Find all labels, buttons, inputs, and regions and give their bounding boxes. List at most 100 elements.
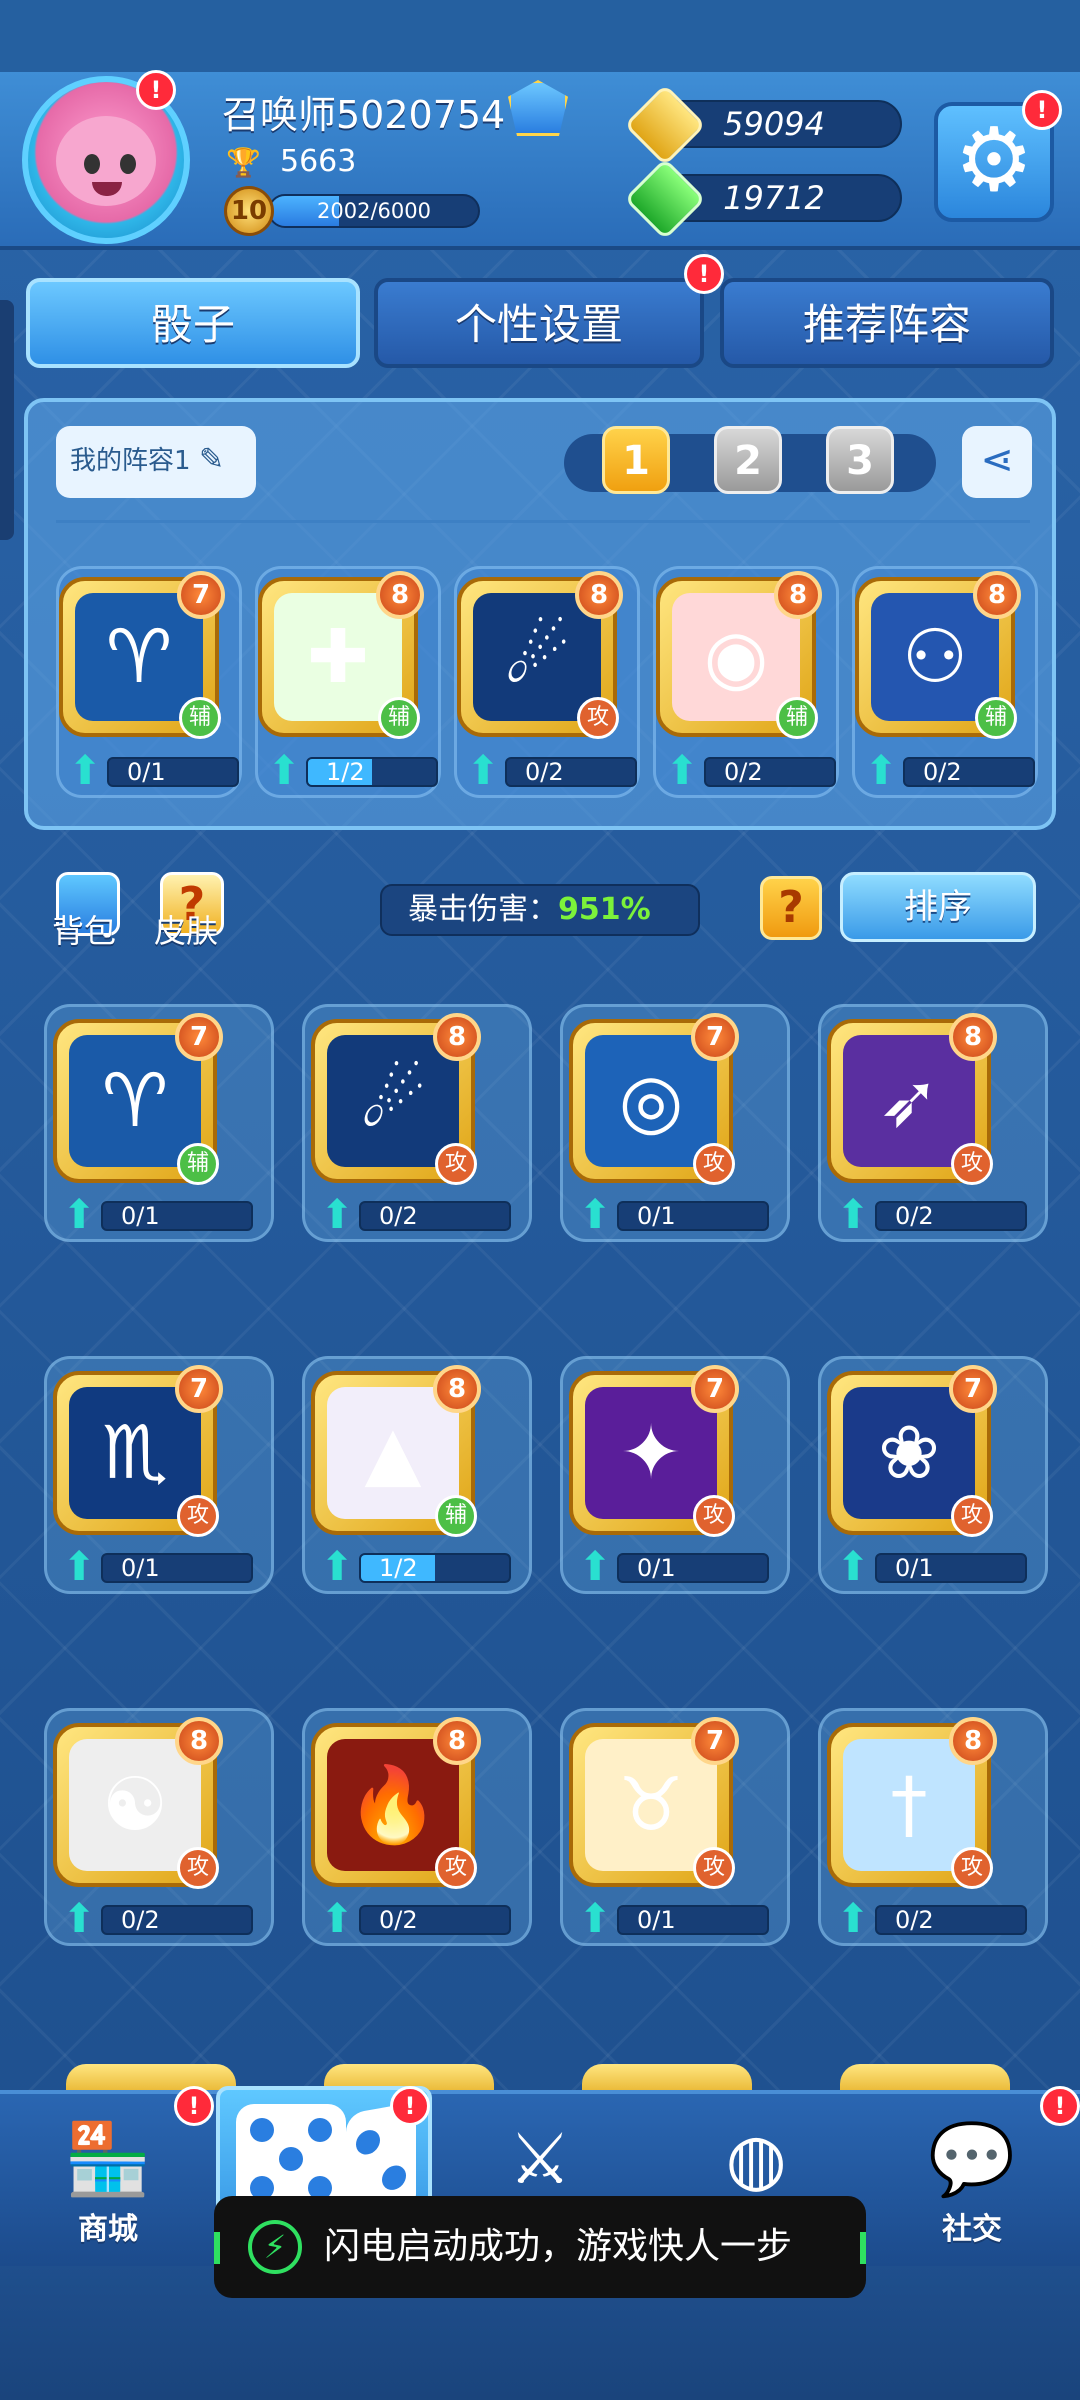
lightning-icon: ⚡ [248, 2220, 302, 2274]
shop-icon: 🏪 [64, 2118, 152, 2200]
social-alert-icon: ! [1040, 2086, 1080, 2126]
crit-label: 暴击伤害： [408, 892, 558, 927]
lineup-divider [56, 520, 1030, 523]
dice-card[interactable]: ▲ 8 辅 ⬆ 1/2 [302, 1356, 532, 1594]
lineup-page-2[interactable]: 2 [714, 426, 782, 494]
status-strip [0, 0, 1080, 72]
upgrade-arrow-icon: ⬆ [836, 1896, 870, 1942]
progress-text: 0/2 [724, 758, 763, 786]
upgrade-arrow-icon: ⬆ [665, 748, 699, 794]
side-drawer-handle[interactable] [0, 300, 14, 540]
dice-frame: ➶ 8 攻 [827, 1013, 997, 1185]
dice-card[interactable]: † 8 攻 ⬆ 0/2 [818, 1708, 1048, 1946]
dice-card[interactable]: ♉ 7 攻 ⬆ 0/1 [560, 1708, 790, 1946]
help-button[interactable]: ? [760, 876, 822, 940]
dice-level-badge: 8 [575, 571, 623, 619]
progress-text: 0/1 [121, 1554, 160, 1582]
tab-dice[interactable]: 骰子 [26, 278, 360, 368]
progress-bar: 0/2 [359, 1905, 511, 1935]
upgrade-arrow-icon: ⬆ [320, 1192, 354, 1238]
dice-upgrade-progress: ⬆ 0/1 [573, 1547, 769, 1587]
dice-role-badge: 攻 [693, 1495, 735, 1537]
progress-bar: 0/2 [704, 757, 836, 787]
upgrade-arrow-icon: ⬆ [578, 1896, 612, 1942]
dice-role-badge: 辅 [435, 1495, 477, 1537]
xp-text: 2002/6000 [317, 199, 431, 223]
upgrade-arrow-icon: ⬆ [267, 748, 301, 794]
dice-role-badge: 攻 [951, 1143, 993, 1185]
dice-frame: ✚ 8 辅 [258, 571, 424, 739]
progress-bar: 0/1 [617, 1553, 769, 1583]
upgrade-arrow-icon: ⬆ [62, 1192, 96, 1238]
dice-card[interactable]: ♈ 7 辅 ⬆ 0/1 [56, 566, 242, 798]
dice-role-badge: 攻 [435, 1143, 477, 1185]
upgrade-arrow-icon: ⬆ [836, 1192, 870, 1238]
swords-icon: ⚔ [508, 2118, 572, 2200]
dice-card[interactable]: ♏ 7 攻 ⬆ 0/1 [44, 1356, 274, 1594]
scorpion-icon: ♏ [69, 1387, 201, 1519]
dice-role-badge: 辅 [179, 697, 221, 739]
progress-text: 0/1 [637, 1554, 676, 1582]
dice-card[interactable]: ⚇ 8 辅 ⬆ 0/2 [852, 566, 1038, 798]
dice-card[interactable]: ☄ 8 攻 ⬆ 0/2 [454, 566, 640, 798]
dice-card[interactable]: ♈ 7 辅 ⬆ 0/1 [44, 1004, 274, 1242]
dice-card[interactable]: 🔥 8 攻 ⬆ 0/2 [302, 1708, 532, 1946]
upgrade-arrow-icon: ⬆ [578, 1544, 612, 1590]
dice-frame: ☯ 8 攻 [53, 1717, 223, 1889]
dice-card[interactable]: ❀ 7 攻 ⬆ 0/1 [818, 1356, 1048, 1594]
tab-personalize[interactable]: 个性设置 [374, 278, 704, 368]
dice-role-badge: 攻 [693, 1143, 735, 1185]
upgrade-arrow-icon: ⬆ [578, 1192, 612, 1238]
progress-text: 0/1 [637, 1202, 676, 1230]
lineup-page-1[interactable]: 1 [602, 426, 670, 494]
dice-level-badge: 8 [175, 1717, 223, 1765]
lotus-icon: ❀ [843, 1387, 975, 1519]
dice-upgrade-progress: ⬆ 0/2 [57, 1899, 253, 1939]
username: 召唤师5020754 [222, 93, 506, 137]
dice-card[interactable]: ☄ 8 攻 ⬆ 0/2 [302, 1004, 532, 1242]
level-badge: 10 [224, 186, 274, 236]
dice-card[interactable]: ◎ 7 攻 ⬆ 0/1 [560, 1004, 790, 1242]
toast-notification: ⚡ 闪电启动成功，游戏快人一步 [214, 2196, 866, 2298]
avatar-eye [84, 154, 100, 174]
spirit-icon: ☄ [327, 1035, 459, 1167]
dice-card[interactable]: ◉ 8 辅 ⬆ 0/2 [653, 566, 839, 798]
dice-level-badge: 8 [376, 571, 424, 619]
dice-card[interactable]: ✚ 8 辅 ⬆ 1/2 [255, 566, 441, 798]
dice-frame: ♈ 7 辅 [59, 571, 225, 739]
progress-bar: 0/1 [101, 1553, 253, 1583]
lineup-page-3[interactable]: 3 [826, 426, 894, 494]
dice-role-badge: 攻 [577, 697, 619, 739]
progress-text: 0/1 [637, 1906, 676, 1934]
dice-level-badge: 7 [691, 1365, 739, 1413]
progress-text: 0/2 [121, 1906, 160, 1934]
dice-upgrade-progress: ⬆ 0/2 [859, 751, 1035, 791]
dice-card[interactable]: ➶ 8 攻 ⬆ 0/2 [818, 1004, 1048, 1242]
dice-role-badge: 辅 [378, 697, 420, 739]
dice-level-badge: 7 [691, 1013, 739, 1061]
share-button[interactable]: ⋖ [962, 426, 1032, 498]
tab-recommended[interactable]: 推荐阵容 [720, 278, 1054, 368]
dice-frame: ✦ 7 攻 [569, 1365, 739, 1537]
dice-level-badge: 8 [949, 1013, 997, 1061]
dice-level-badge: 7 [177, 571, 225, 619]
trophy-count: 5663 [280, 144, 357, 179]
dice-level-badge: 8 [433, 1013, 481, 1061]
progress-text: 0/2 [379, 1906, 418, 1934]
dice-role-badge: 攻 [177, 1847, 219, 1889]
progress-bar: 0/1 [617, 1201, 769, 1231]
upgrade-arrow-icon: ⬆ [320, 1896, 354, 1942]
shop-alert-icon: ! [174, 2086, 214, 2126]
ram-icon: ♈ [69, 1035, 201, 1167]
lineup-name-button[interactable]: 我的阵容1 ✎ [56, 426, 256, 498]
dice-role-badge: 攻 [435, 1847, 477, 1889]
dice-upgrade-progress: ⬆ 1/2 [262, 751, 438, 791]
dice-card[interactable]: ☯ 8 攻 ⬆ 0/2 [44, 1708, 274, 1946]
dice-card[interactable]: ✦ 7 攻 ⬆ 0/1 [560, 1356, 790, 1594]
dice-upgrade-progress: ⬆ 0/1 [57, 1547, 253, 1587]
progress-bar: 0/2 [875, 1201, 1027, 1231]
progress-bar: 0/2 [359, 1201, 511, 1231]
dice-role-badge: 辅 [776, 697, 818, 739]
dice-upgrade-progress: ⬆ 0/2 [315, 1195, 511, 1235]
sort-button[interactable]: 排序 [840, 872, 1036, 942]
